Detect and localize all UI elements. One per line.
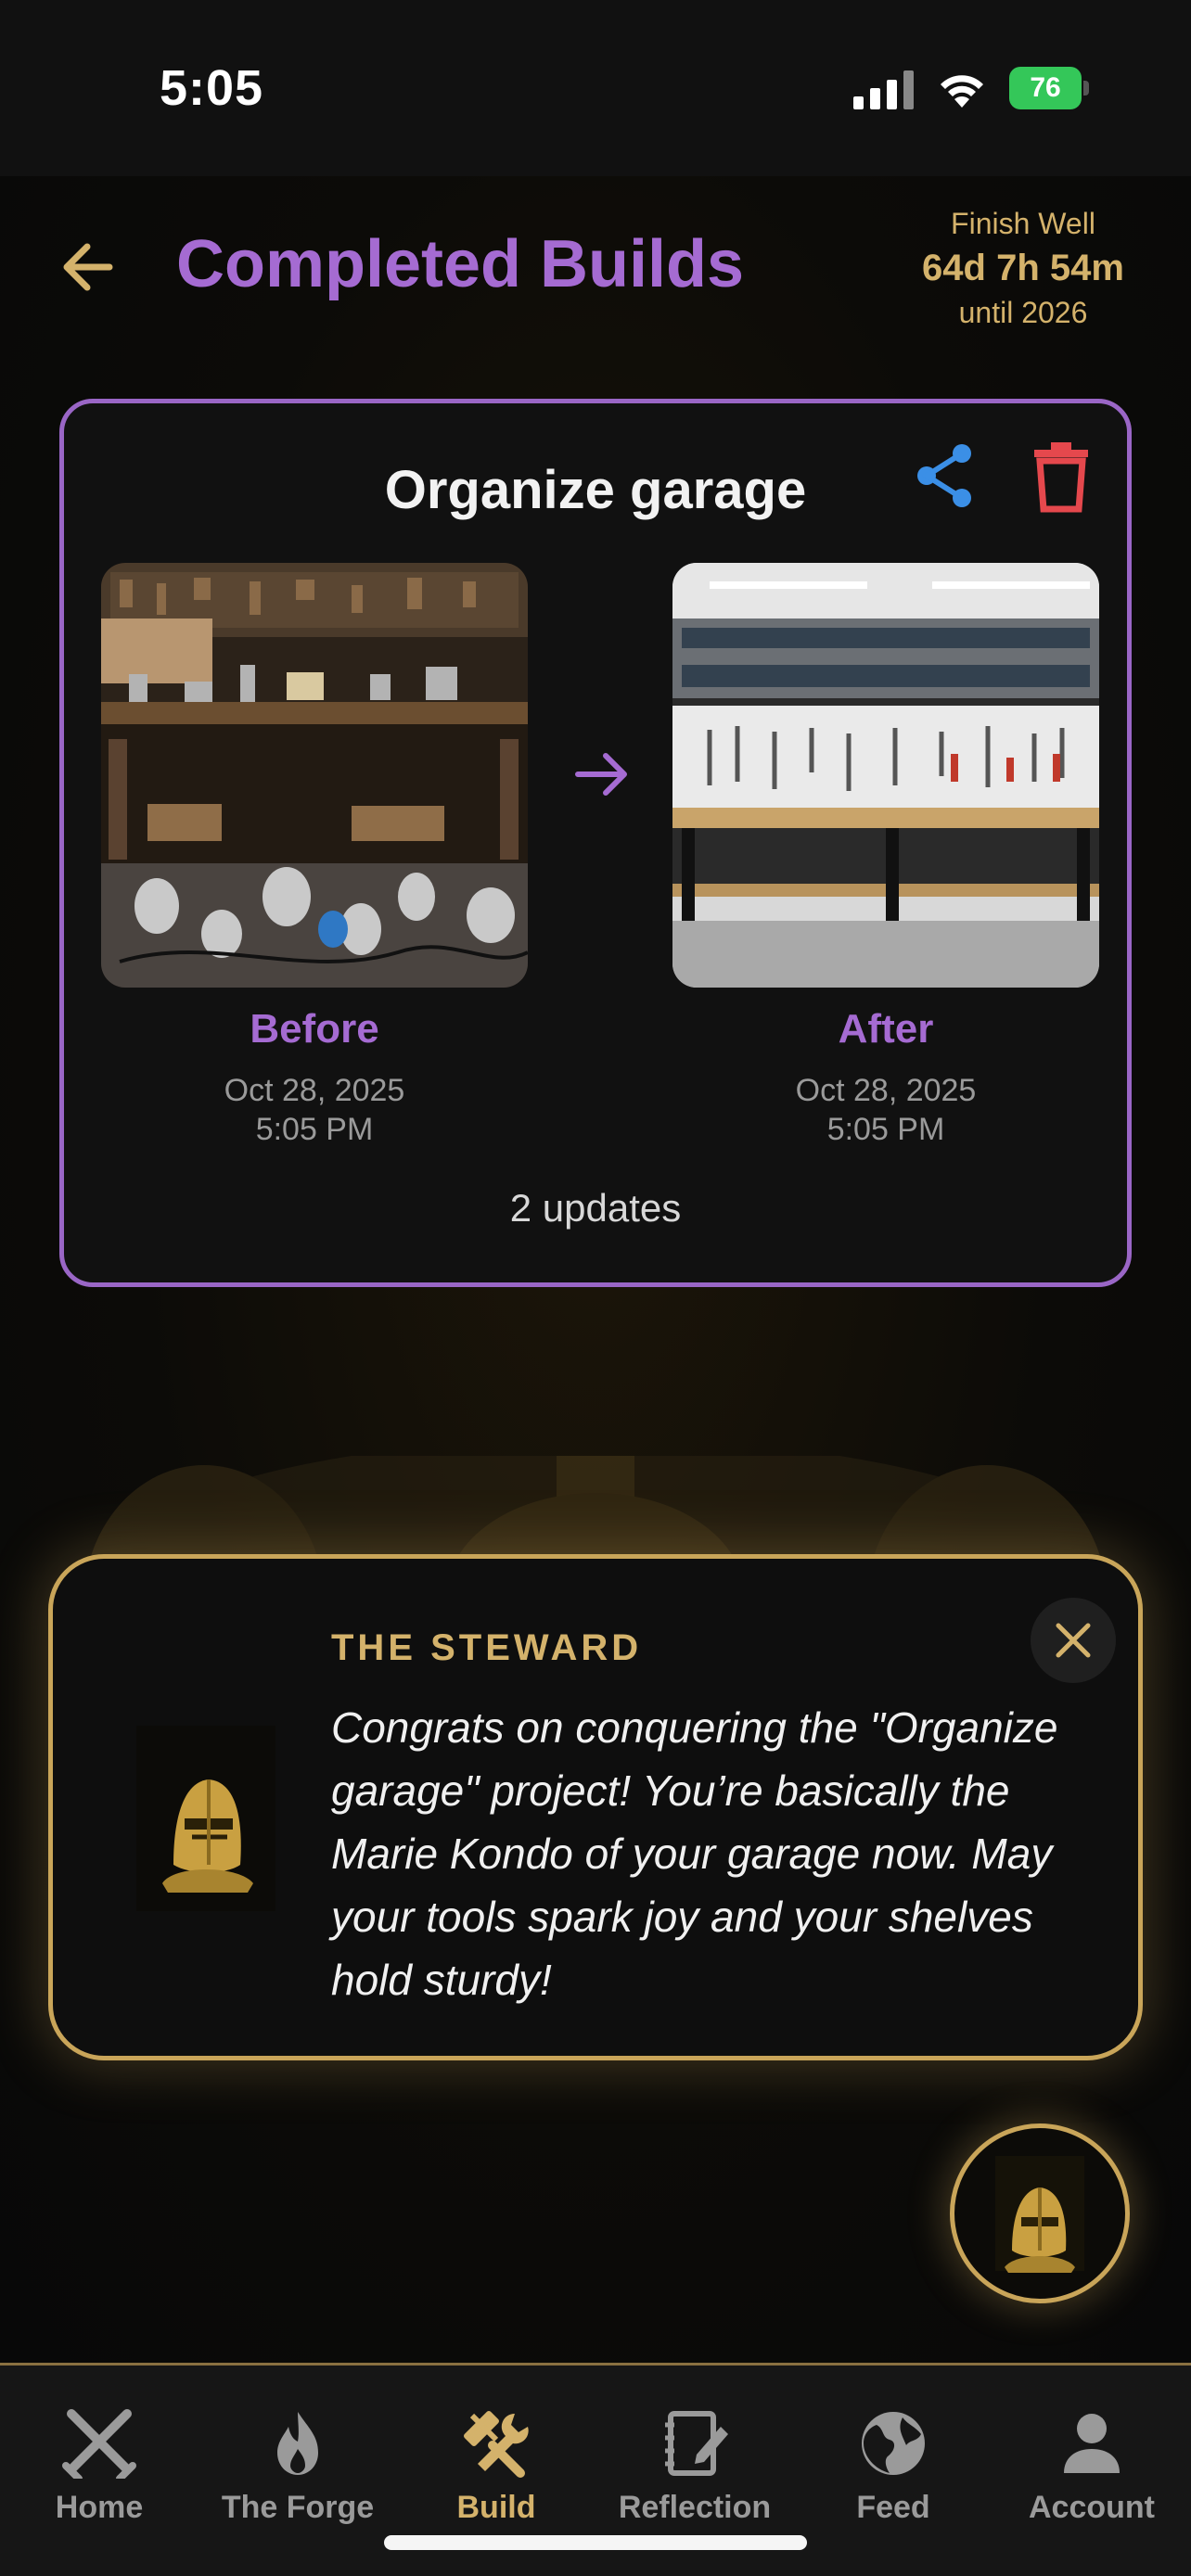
steward-message-card: THE STEWARD Congrats on conquering the "… xyxy=(48,1554,1143,2060)
tab-feed[interactable]: Feed xyxy=(800,2408,986,2526)
status-bar: 5:05 76 xyxy=(0,0,1191,176)
after-date: Oct 28, 2025 xyxy=(795,1073,977,1108)
after-time: 5:05 PM xyxy=(826,1112,945,1147)
countdown-label: Finish Well xyxy=(951,207,1095,240)
person-icon xyxy=(1064,2414,1120,2473)
notebook-pen-icon xyxy=(665,2411,728,2476)
before-time: 5:05 PM xyxy=(255,1112,374,1147)
close-button[interactable] xyxy=(1031,1598,1116,1683)
after-photo[interactable] xyxy=(672,563,1099,988)
back-arrow-icon[interactable] xyxy=(56,232,126,302)
flame-icon xyxy=(277,2412,318,2475)
before-photo[interactable] xyxy=(101,563,528,988)
after-label: After xyxy=(838,1006,934,1052)
before-date: Oct 28, 2025 xyxy=(224,1073,405,1108)
wifi-icon xyxy=(941,75,983,108)
tab-label-home: Home xyxy=(55,2490,144,2525)
before-label: Before xyxy=(250,1006,379,1052)
hammer-wrench-icon xyxy=(464,2411,529,2478)
battery-indicator: 76 xyxy=(1009,67,1089,109)
trash-icon[interactable] xyxy=(1029,439,1094,513)
countdown-time: 64d 7h 54m xyxy=(922,248,1124,288)
arrow-right-icon xyxy=(575,753,627,796)
before-timestamp: Oct 28, 2025 5:05 PM xyxy=(101,1071,528,1149)
steward-name: THE STEWARD xyxy=(331,1627,643,1668)
share-icon[interactable] xyxy=(908,439,982,513)
home-indicator xyxy=(384,2535,807,2550)
crossed-swords-icon xyxy=(62,2409,136,2479)
tab-build[interactable]: Build xyxy=(403,2408,589,2526)
countdown-timer: Finish Well 64d 7h 54m until 2026 xyxy=(898,204,1148,332)
tab-label-account: Account xyxy=(1029,2490,1155,2525)
status-time: 5:05 xyxy=(160,60,264,116)
countdown-subtitle: until 2026 xyxy=(958,296,1088,329)
tab-reflection[interactable]: Reflection xyxy=(602,2408,788,2526)
tab-home[interactable]: Home xyxy=(6,2408,192,2526)
tab-label-feed: Feed xyxy=(856,2490,930,2525)
tab-label-the-forge: The Forge xyxy=(221,2490,375,2525)
steward-chat-button[interactable] xyxy=(950,2123,1130,2303)
close-icon xyxy=(1056,1623,1091,1658)
tab-label-reflection: Reflection xyxy=(618,2490,772,2525)
steward-message-text: Congrats on conquering the "Organize gar… xyxy=(331,1703,1058,2004)
after-timestamp: Oct 28, 2025 5:05 PM xyxy=(672,1071,1099,1149)
page-title: Completed Builds xyxy=(176,227,745,301)
knight-helmet-icon xyxy=(995,2156,1084,2273)
tab-account[interactable]: Account xyxy=(999,2408,1185,2526)
tab-label-build: Build xyxy=(456,2490,536,2525)
globe-icon xyxy=(862,2412,925,2475)
updates-count[interactable]: 2 updates xyxy=(64,1186,1127,1231)
cellular-signal-icon xyxy=(853,70,914,109)
knight-helmet-icon xyxy=(136,1726,275,1911)
tab-the-forge[interactable]: The Forge xyxy=(205,2408,391,2526)
completed-build-card[interactable]: Organize garage Before Oct 28, 2025 5:05… xyxy=(59,399,1132,1287)
battery-level: 76 xyxy=(1030,72,1061,103)
